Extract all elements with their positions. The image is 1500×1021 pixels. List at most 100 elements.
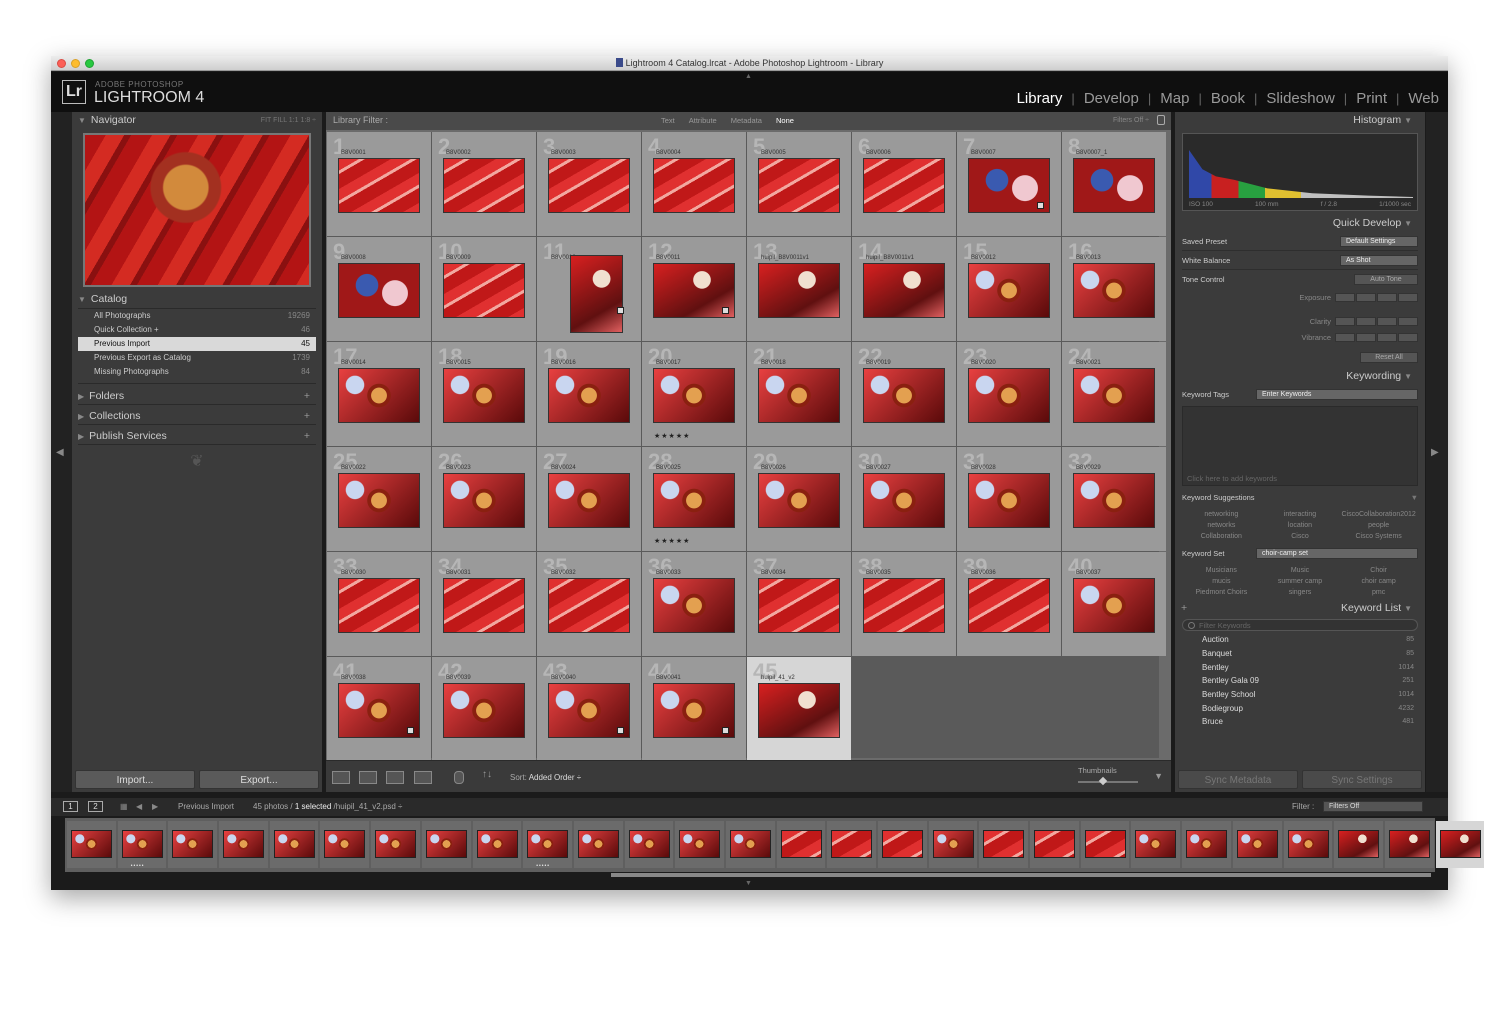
filter-option-text[interactable]: Text [661,116,675,125]
qd-step-buttons[interactable] [1335,332,1418,342]
grid-cell[interactable]: 40 B8V0037 [1062,552,1166,656]
photo-thumbnail[interactable] [338,368,420,423]
filmstrip-thumbnail[interactable] [375,830,417,858]
keyword-set-dropdown[interactable]: choir-camp set [1256,548,1418,559]
filmstrip-cell[interactable] [675,821,724,868]
grid-cell[interactable]: 26 B8V0023 [432,447,536,551]
grid-cell[interactable]: 10 B8V0009 [432,237,536,341]
filmstrip-thumbnail[interactable] [882,830,923,858]
grid-cell[interactable]: 18 B8V0015 [432,342,536,446]
grid-cell[interactable]: 6 B8V0006 [852,132,956,236]
qd-step-button[interactable] [1356,332,1376,342]
grid-cell[interactable]: 23 B8V0020 [957,342,1061,446]
filters-off-dropdown[interactable]: Filters Off ÷ [1113,117,1149,124]
catalog-item[interactable]: Previous Import 45 [78,337,316,351]
module-print[interactable]: Print [1356,90,1387,107]
collapse-top-panel-icon[interactable]: ▲ [745,73,752,80]
keyword-suggestion[interactable]: Cisco [1261,533,1340,540]
filmstrip-thumbnail[interactable] [780,830,822,858]
quick-develop-header[interactable]: Quick Develop ▼ [1175,215,1425,232]
keyword-list-item[interactable]: Bruce 481 [1182,715,1418,729]
photo-thumbnail[interactable] [653,473,735,528]
filmstrip-cell[interactable]: ••••• [523,821,572,869]
filmstrip-cell[interactable] [219,821,268,868]
catalog-item[interactable]: Previous Export as Catalog 1739 [78,351,316,365]
photo-thumbnail[interactable] [443,368,525,423]
keyword-set-item[interactable]: summer camp [1261,578,1340,585]
photo-thumbnail[interactable] [758,368,840,423]
qd-step-button[interactable] [1398,292,1418,302]
filmstrip-scrollbar[interactable] [611,873,1431,877]
add-icon[interactable]: + [304,408,310,425]
filmstrip-cell[interactable] [928,821,978,868]
photo-thumbnail[interactable] [863,578,945,633]
grid-cell[interactable]: 41 B8V0038 [327,657,431,761]
module-slideshow[interactable]: Slideshow [1266,90,1334,107]
grid-cell[interactable]: 17 B8V0014 [327,342,431,446]
loupe-view-button[interactable] [359,771,377,784]
keyword-tags-dropdown[interactable]: Enter Keywords [1256,389,1418,400]
filmstrip-thumbnail[interactable] [679,830,721,858]
filmstrip-cell[interactable] [1384,821,1434,868]
grid-cell[interactable]: 36 B8V0033 [642,552,746,656]
filmstrip-cell[interactable] [1182,821,1231,868]
grid-cell[interactable]: 11 B8V0010 [537,237,641,341]
grid-cell[interactable]: 5 B8V0005 [747,132,851,236]
filmstrip-cell[interactable] [827,821,876,868]
filmstrip-thumbnail[interactable] [628,830,670,858]
back-arrow-icon[interactable]: ◀ [136,802,142,811]
filmstrip-thumbnail[interactable] [1186,830,1228,858]
qd-step-buttons[interactable] [1335,292,1418,302]
grid-cell[interactable]: 34 B8V0031 [432,552,536,656]
photo-thumbnail[interactable] [968,263,1050,318]
histogram-header[interactable]: Histogram ▼ [1175,112,1425,129]
grid-cell[interactable]: 44 B8V0041 [642,657,746,761]
grid-cell[interactable]: 22 B8V0019 [852,342,956,446]
filmstrip-thumbnail[interactable] [1236,830,1278,858]
photo-thumbnail[interactable] [338,158,420,213]
collapse-arrow-icon[interactable]: ▼ [1411,493,1418,502]
keyword-suggestion[interactable]: interacting [1261,511,1340,518]
keyword-suggestion[interactable]: location [1261,522,1340,529]
section-header-collections[interactable]: ▶ Collections + [78,408,316,425]
filmstrip-cell[interactable] [776,821,826,868]
section-header-folders[interactable]: ▶ Folders + [78,388,316,405]
grid-cell[interactable]: 7 B8V0007 [957,132,1061,236]
filmstrip-thumbnail[interactable] [324,830,366,858]
filmstrip-cell[interactable] [269,821,319,868]
primary-display-button[interactable]: 1 [63,801,78,812]
keywording-header[interactable]: Keywording ▼ [1175,368,1425,385]
filmstrip-cell[interactable] [320,821,370,868]
qd-step-button[interactable] [1377,332,1397,342]
import-button[interactable]: Import... [75,770,195,789]
filmstrip-cell[interactable] [421,821,471,868]
photo-thumbnail[interactable] [338,473,420,528]
filmstrip-thumbnail[interactable] [1388,830,1430,858]
saved-preset-dropdown[interactable]: Default Settings [1340,235,1418,247]
grid-cell[interactable]: 13 huipil_B8V0011v1 [747,237,851,341]
photo-thumbnail[interactable] [338,263,420,318]
keyword-suggestion[interactable]: networks [1182,522,1261,529]
grid-cell[interactable]: 31 B8V0028 [957,447,1061,551]
grid-cell[interactable]: 2 B8V0002 [432,132,536,236]
filmstrip-thumbnail[interactable] [172,830,214,858]
reset-all-button[interactable]: Reset All [1360,351,1418,363]
keyword-set-item[interactable]: Musicians [1182,567,1261,574]
grid-cell[interactable]: 1 B8V0001 [327,132,431,236]
sync-metadata-button[interactable]: Sync Metadata [1178,770,1298,789]
filmstrip-cell[interactable] [573,821,623,868]
keyword-list-item[interactable]: Bentley 1014 [1182,660,1418,674]
qd-step-button[interactable] [1377,316,1397,326]
keyword-suggestion[interactable]: networking [1182,511,1261,518]
grid-cell[interactable]: 24 B8V0021 [1062,342,1166,446]
keyword-set-item[interactable]: pmc [1339,589,1418,596]
photo-thumbnail[interactable] [1073,578,1155,633]
grid-cell[interactable]: 43 B8V0040 [537,657,641,761]
grid-cell[interactable]: 28 B8V0025 ★★★★★ [642,447,746,551]
filmstrip-thumbnail[interactable] [932,830,974,858]
qd-step-button[interactable] [1377,292,1397,302]
keyword-list-item[interactable]: Bentley School 1014 [1182,688,1418,702]
photo-thumbnail[interactable] [758,158,840,213]
filmstrip-thumbnail[interactable] [729,830,771,858]
filter-option-attribute[interactable]: Attribute [689,116,717,125]
